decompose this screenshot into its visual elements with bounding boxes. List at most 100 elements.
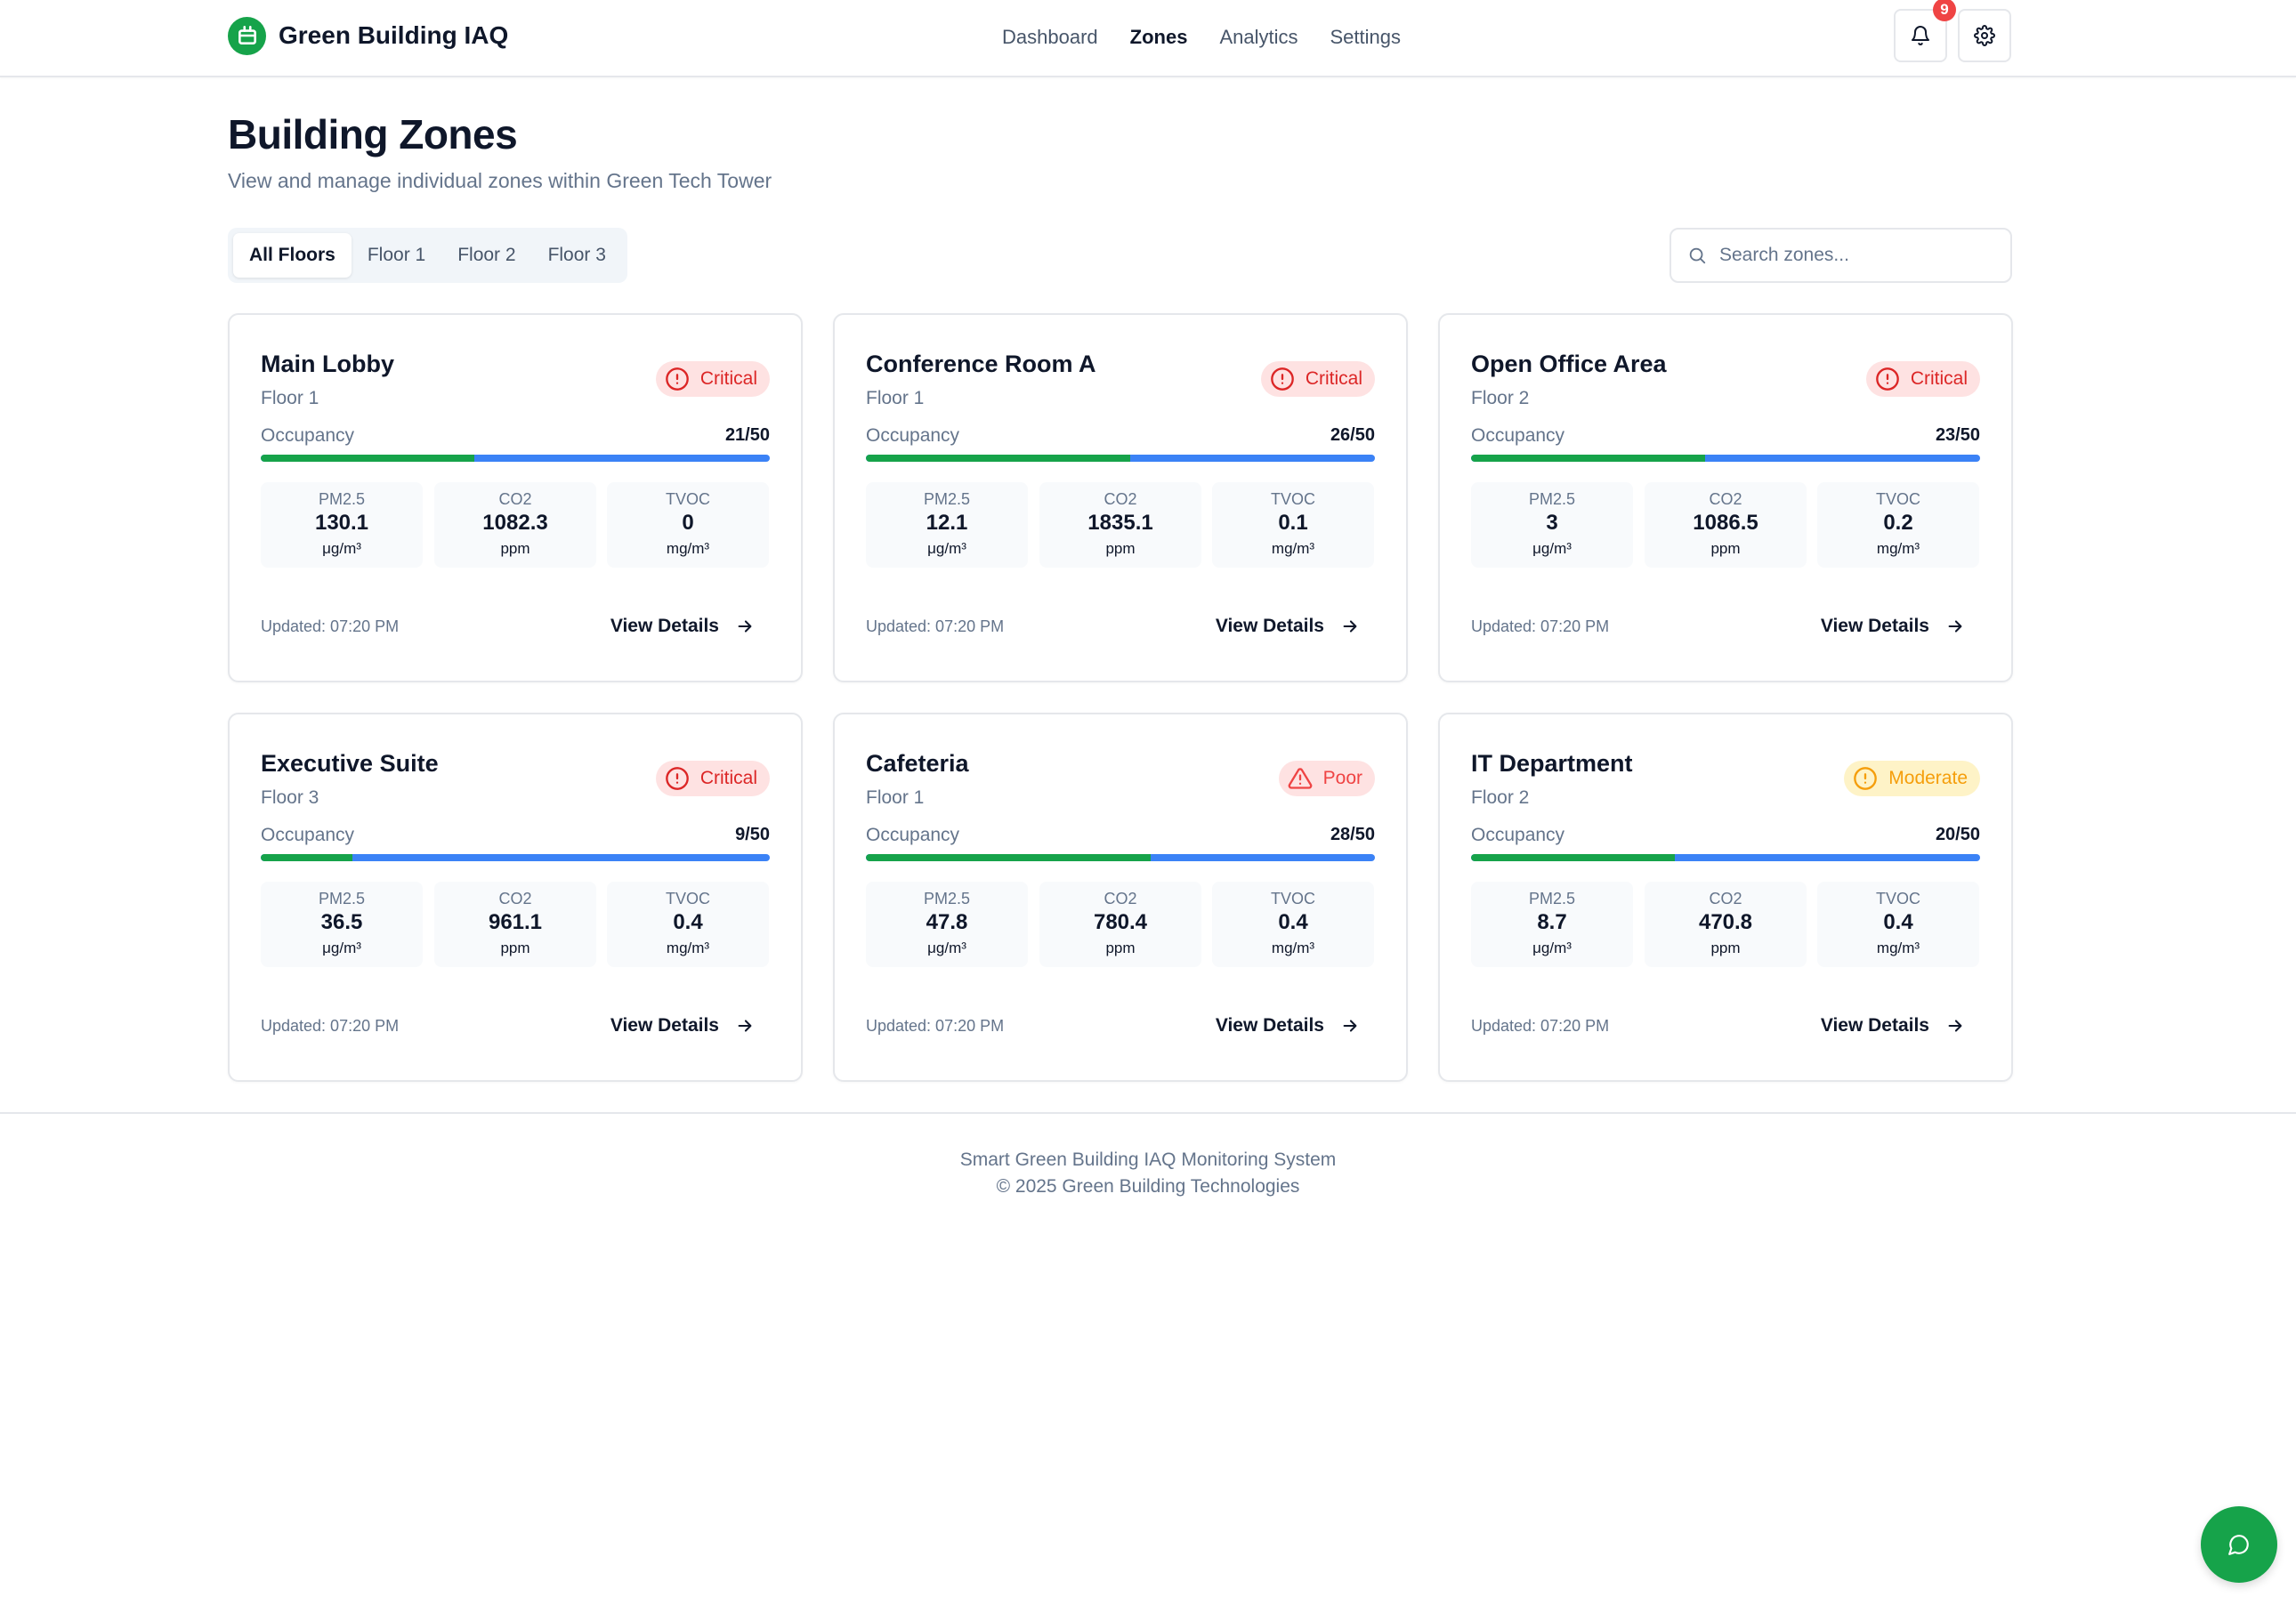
metric-label: TVOC: [1875, 890, 1920, 907]
status-badge: Critical: [1260, 361, 1375, 397]
occupancy-value: 23/50: [1935, 425, 1980, 445]
alert-circle-icon: [1854, 767, 1878, 790]
status-label: Moderate: [1888, 768, 1968, 788]
metric-unit: mg/m³: [1876, 540, 1920, 557]
metric-unit: ppm: [1105, 940, 1136, 956]
metric-unit: mg/m³: [1271, 540, 1315, 557]
nav-dashboard[interactable]: Dashboard: [1002, 26, 1098, 49]
metric-value: 47.8: [926, 910, 968, 934]
metric-value: 130.1: [314, 511, 369, 535]
metric-label: PM2.5: [923, 890, 971, 907]
metric-value: 0.4: [1883, 910, 1913, 934]
arrow-right-icon: [1343, 1020, 1357, 1032]
metric-tile: PM2.5 36.5 μg/m³: [261, 882, 423, 967]
metric-tile: PM2.5 8.7 μg/m³: [1471, 882, 1633, 967]
tab-floor-2[interactable]: Floor 2: [441, 233, 531, 278]
tab-floor-1[interactable]: Floor 1: [352, 233, 441, 278]
view-details-button[interactable]: View Details: [1821, 1012, 1965, 1040]
zone-card[interactable]: Cafeteria Floor 1 Poor Occupancy 28/50 P…: [833, 713, 1408, 1082]
tab-floor-3[interactable]: Floor 3: [532, 233, 622, 278]
status-badge: Moderate: [1844, 761, 1980, 796]
notification-count-badge: 9: [1933, 0, 1956, 21]
occupancy-value: 26/50: [1330, 425, 1375, 445]
metric-unit: ppm: [500, 940, 530, 956]
floor-tabs: All Floors Floor 1 Floor 2 Floor 3: [228, 228, 627, 283]
metric-tile: CO2 1086.5 ppm: [1645, 482, 1807, 568]
chat-bubble-icon: [2228, 1535, 2249, 1555]
occupancy-bar-fill: [1471, 854, 1675, 861]
metric-unit: mg/m³: [1271, 940, 1315, 956]
view-details-label: View Details: [1820, 616, 1929, 636]
metric-value: 1086.5: [1693, 511, 1758, 535]
nav-settings[interactable]: Settings: [1330, 26, 1401, 49]
brand[interactable]: Green Building IAQ: [228, 16, 508, 55]
status-badge: Critical: [655, 361, 770, 397]
occupancy-bar-fill: [261, 455, 475, 462]
occupancy-value: 20/50: [1935, 825, 1980, 844]
occupancy-bar: [866, 455, 1375, 462]
updated-timestamp: Updated: 07:20 PM: [1471, 1017, 1610, 1035]
zone-card[interactable]: Conference Room A Floor 1 Critical Occup…: [833, 313, 1408, 682]
metric-label: PM2.5: [923, 490, 971, 508]
alert-circle-icon: [1875, 367, 1899, 391]
metric-value: 1082.3: [482, 511, 548, 535]
page-title: Building Zones: [228, 111, 518, 157]
occupancy-bar: [261, 854, 770, 861]
view-details-label: View Details: [1215, 1015, 1324, 1036]
footer: Smart Green Building IAQ Monitoring Syst…: [0, 1112, 2296, 1219]
metric-value: 36.5: [320, 910, 363, 934]
search-box: [1669, 228, 2012, 283]
metric-unit: μg/m³: [322, 940, 361, 956]
occupancy-bar-fill: [866, 455, 1131, 462]
zone-name: Main Lobby: [261, 351, 394, 377]
metric-tile: PM2.5 12.1 μg/m³: [866, 482, 1028, 568]
building-plug-icon: [228, 16, 266, 55]
metric-tile: TVOC 0 mg/m³: [607, 482, 769, 568]
metric-value: 8.7: [1537, 910, 1567, 934]
metric-label: TVOC: [1270, 890, 1315, 907]
notifications-button[interactable]: 9: [1894, 0, 1956, 62]
settings-button[interactable]: [1958, 9, 2011, 62]
occupancy-bar: [1471, 854, 1980, 861]
footer-tagline: Smart Green Building IAQ Monitoring Syst…: [959, 1149, 1337, 1170]
metric-unit: μg/m³: [927, 940, 966, 956]
metric-value: 0.2: [1883, 511, 1913, 535]
tab-all-floors[interactable]: All Floors: [233, 233, 352, 278]
metric-tile: CO2 961.1 ppm: [434, 882, 596, 967]
metric-tile: CO2 1082.3 ppm: [434, 482, 596, 568]
nav-analytics[interactable]: Analytics: [1219, 26, 1298, 49]
view-details-button[interactable]: View Details: [1821, 612, 1965, 641]
zone-card[interactable]: IT Department Floor 2 Moderate Occupancy…: [1438, 713, 2013, 1082]
bell-icon: [1912, 26, 1929, 45]
view-details-button[interactable]: View Details: [1216, 612, 1360, 641]
metric-unit: μg/m³: [322, 540, 361, 557]
arrow-right-icon: [1948, 620, 1962, 633]
nav-zones[interactable]: Zones: [1130, 26, 1188, 49]
zone-floor: Floor 2: [1471, 388, 1530, 408]
alert-circle-icon: [665, 367, 689, 391]
occupancy-value: 9/50: [735, 825, 770, 844]
zone-card[interactable]: Main Lobby Floor 1 Critical Occupancy 21…: [228, 313, 803, 682]
metric-value: 0.4: [1278, 910, 1308, 934]
metric-tile: TVOC 0.2 mg/m³: [1817, 482, 1979, 568]
metric-unit: ppm: [500, 540, 530, 557]
page-subtitle: View and manage individual zones within …: [228, 169, 772, 192]
metric-label: TVOC: [1875, 490, 1920, 508]
zone-floor: Floor 1: [866, 787, 925, 808]
search-input[interactable]: [1719, 245, 1986, 266]
status-label: Critical: [699, 368, 757, 389]
metric-label: CO2: [498, 490, 532, 508]
view-details-button[interactable]: View Details: [1216, 1012, 1360, 1040]
view-details-label: View Details: [1215, 616, 1324, 636]
status-badge: Critical: [655, 761, 770, 796]
metric-label: CO2: [1709, 890, 1742, 907]
view-details-button[interactable]: View Details: [610, 612, 755, 641]
zone-card[interactable]: Open Office Area Floor 2 Critical Occupa…: [1438, 313, 2013, 682]
metric-tile: PM2.5 47.8 μg/m³: [866, 882, 1028, 967]
chat-button[interactable]: [2201, 1506, 2277, 1583]
metric-label: PM2.5: [318, 890, 366, 907]
zone-card[interactable]: Executive Suite Floor 3 Critical Occupan…: [228, 713, 803, 1082]
zone-floor: Floor 1: [866, 388, 925, 408]
updated-timestamp: Updated: 07:20 PM: [261, 1017, 400, 1035]
view-details-button[interactable]: View Details: [610, 1012, 755, 1040]
